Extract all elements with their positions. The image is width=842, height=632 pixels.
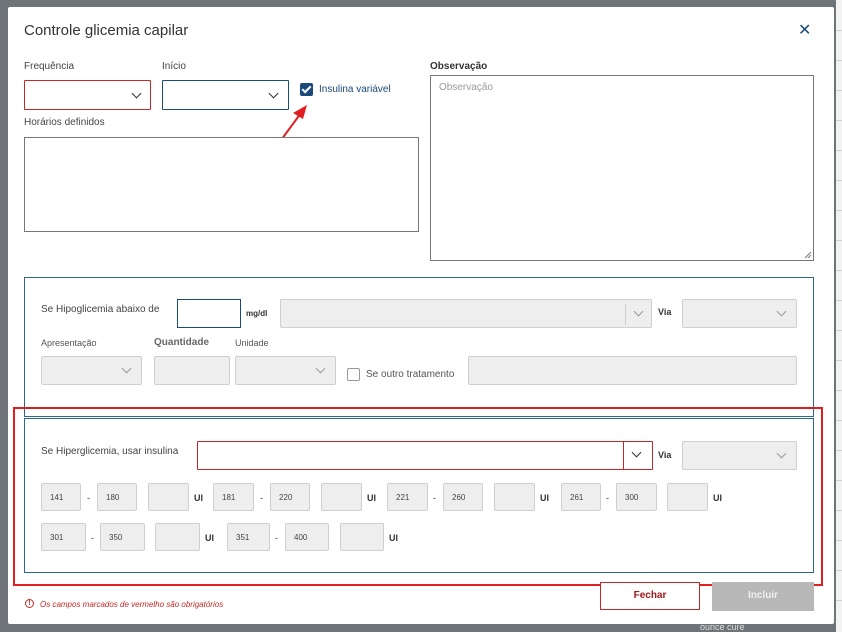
horarios-textarea[interactable] bbox=[24, 137, 419, 232]
range-min-input[interactable]: 261 bbox=[561, 483, 601, 511]
range-dash: - bbox=[606, 493, 609, 503]
range-min-input[interactable]: 141 bbox=[41, 483, 81, 511]
range-ui-input[interactable] bbox=[155, 523, 200, 551]
incluir-button[interactable]: Incluir bbox=[712, 582, 814, 611]
dialog-title: Controle glicemia capilar bbox=[24, 22, 189, 39]
hiperglicemia-label: Se Hiperglicemia, usar insulina bbox=[41, 446, 179, 457]
dialog: Controle glicemia capilar ✕ Frequência I… bbox=[8, 7, 834, 624]
chevron-down-icon bbox=[315, 363, 326, 374]
inicio-label: Início bbox=[162, 61, 186, 72]
range-dash: - bbox=[91, 533, 94, 543]
fechar-button[interactable]: Fechar bbox=[600, 582, 700, 610]
ui-label: UI bbox=[713, 493, 722, 503]
range-min-input[interactable]: 301 bbox=[41, 523, 86, 551]
range-max-input[interactable]: 260 bbox=[443, 483, 483, 511]
hipoglicemia-value-input[interactable] bbox=[177, 299, 241, 328]
range-dash: - bbox=[275, 533, 278, 543]
background-strip bbox=[836, 0, 842, 632]
required-fields-note: Os campos marcados de vermelho são obrig… bbox=[40, 600, 224, 609]
ui-label: UI bbox=[367, 493, 376, 503]
close-icon[interactable]: ✕ bbox=[798, 20, 811, 40]
unidade-select[interactable] bbox=[235, 356, 336, 385]
observacao-label: Observação bbox=[430, 61, 488, 72]
chevron-down-icon bbox=[631, 447, 642, 458]
range-max-input[interactable]: 300 bbox=[616, 483, 657, 511]
quantidade-label: Quantidade bbox=[154, 337, 210, 348]
hiperglicemia-insulina-select[interactable] bbox=[197, 441, 653, 470]
range-max-input[interactable]: 220 bbox=[270, 483, 310, 511]
range-min-input[interactable]: 181 bbox=[213, 483, 254, 511]
ui-label: UI bbox=[389, 533, 398, 543]
chevron-down-icon bbox=[131, 88, 142, 99]
chevron-down-icon bbox=[776, 448, 787, 459]
range-ui-input[interactable] bbox=[667, 483, 708, 511]
range-ui-input[interactable] bbox=[494, 483, 535, 511]
insulina-variavel-checkbox[interactable] bbox=[300, 83, 313, 96]
hipoglicemia-medicamento-select[interactable] bbox=[280, 299, 652, 328]
chevron-down-icon bbox=[121, 363, 132, 374]
chevron-down-icon bbox=[633, 306, 644, 317]
range-min-input[interactable]: 221 bbox=[387, 483, 428, 511]
range-ui-input[interactable] bbox=[321, 483, 362, 511]
range-dash: - bbox=[87, 493, 90, 503]
apresentacao-select[interactable] bbox=[41, 356, 142, 385]
chevron-down-icon bbox=[776, 306, 787, 317]
range-dash: - bbox=[433, 493, 436, 503]
horarios-label: Horários definidos bbox=[24, 117, 105, 128]
range-max-input[interactable]: 400 bbox=[285, 523, 329, 551]
hipoglicemia-via-label: Via bbox=[658, 307, 672, 317]
range-ui-input[interactable] bbox=[340, 523, 384, 551]
mgdl-label: mg/dl bbox=[246, 309, 268, 318]
range-min-input[interactable]: 351 bbox=[227, 523, 270, 551]
range-max-input[interactable]: 180 bbox=[97, 483, 137, 511]
outro-tratamento-input[interactable] bbox=[468, 356, 797, 385]
ui-label: UI bbox=[194, 493, 203, 503]
resize-handle-icon[interactable] bbox=[804, 251, 812, 259]
observacao-placeholder: Observação bbox=[439, 82, 493, 93]
range-ui-input[interactable] bbox=[148, 483, 189, 511]
hipoglicemia-via-select[interactable] bbox=[682, 299, 797, 328]
quantidade-input[interactable] bbox=[154, 356, 230, 385]
observacao-textarea[interactable]: Observação bbox=[430, 75, 814, 261]
unidade-label: Unidade bbox=[235, 338, 269, 348]
range-max-input[interactable]: 350 bbox=[100, 523, 145, 551]
hipoglicemia-panel bbox=[24, 277, 814, 417]
outro-tratamento-checkbox[interactable] bbox=[347, 368, 360, 381]
insulina-variavel-label[interactable]: Insulina variável bbox=[319, 84, 391, 95]
frequencia-select[interactable] bbox=[24, 80, 151, 110]
range-dash: - bbox=[260, 493, 263, 503]
hiperglicemia-via-select[interactable] bbox=[682, 441, 797, 470]
apresentacao-label: Apresentação bbox=[41, 338, 97, 348]
warning-icon: ! bbox=[25, 599, 34, 608]
hipoglicemia-label: Se Hipoglicemia abaixo de bbox=[41, 304, 160, 315]
frequencia-label: Frequência bbox=[24, 61, 75, 72]
ui-label: UI bbox=[205, 533, 214, 543]
outro-tratamento-label[interactable]: Se outro tratamento bbox=[366, 369, 454, 380]
hiperglicemia-via-label: Via bbox=[658, 450, 672, 460]
ui-label: UI bbox=[540, 493, 549, 503]
